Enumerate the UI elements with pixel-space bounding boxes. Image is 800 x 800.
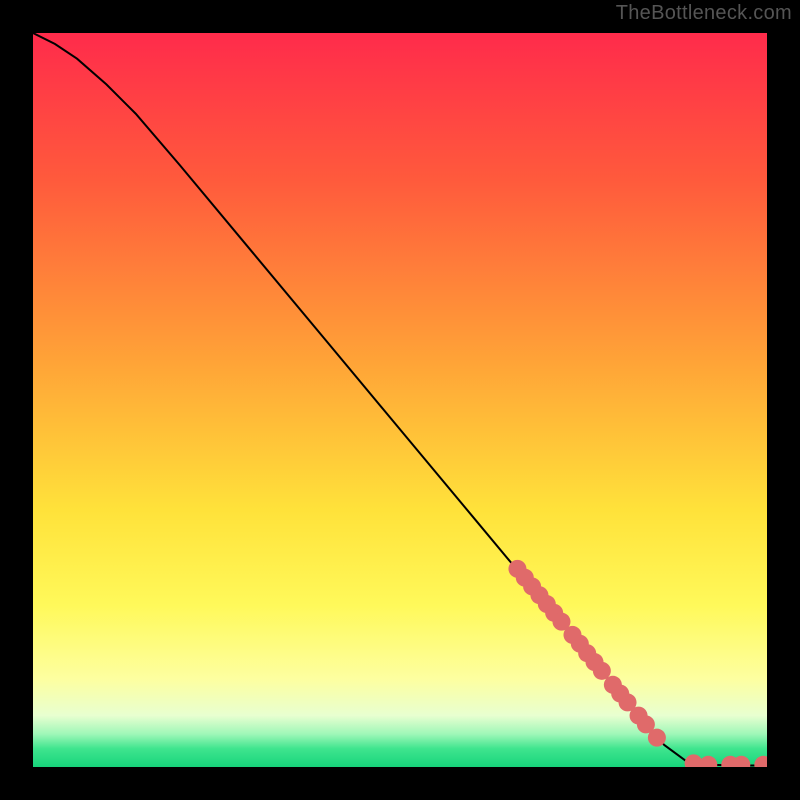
chart-frame: TheBottleneck.com <box>0 0 800 800</box>
data-marker <box>648 729 666 747</box>
plot-background <box>33 33 767 767</box>
watermark-text: TheBottleneck.com <box>616 2 792 25</box>
chart-plot <box>33 33 767 767</box>
